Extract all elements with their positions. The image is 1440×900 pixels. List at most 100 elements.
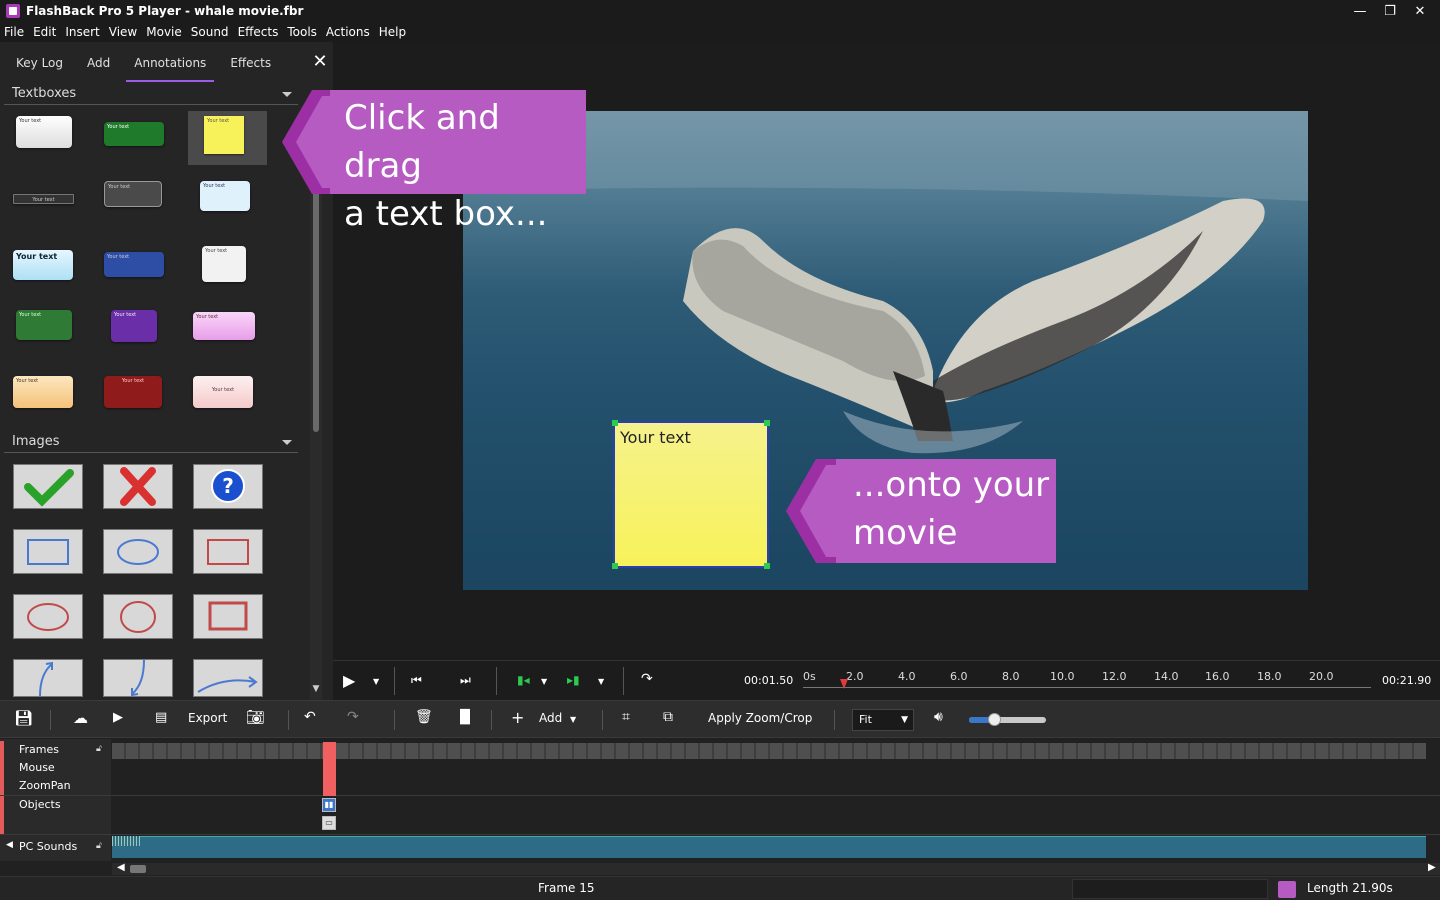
menu-sound[interactable]: Sound bbox=[191, 25, 229, 39]
upload-icon[interactable]: ☁ bbox=[73, 709, 88, 727]
textbox-blue-cloud[interactable]: Your text bbox=[200, 181, 250, 211]
textbox-dark-red[interactable]: Your text bbox=[104, 376, 162, 408]
curved-arrow-down-shape[interactable] bbox=[103, 659, 173, 697]
play-dropdown-icon[interactable]: ▼ bbox=[373, 677, 379, 686]
track-objects[interactable]: Objects bbox=[19, 798, 61, 811]
scroll-down-icon[interactable]: ▼ bbox=[311, 684, 321, 694]
export-button[interactable]: Export bbox=[188, 711, 227, 725]
red-rectangle-shape[interactable] bbox=[193, 529, 263, 574]
menu-tools[interactable]: Tools bbox=[287, 25, 317, 39]
images-section-header[interactable]: Images bbox=[4, 431, 298, 453]
tab-add[interactable]: Add bbox=[79, 42, 118, 82]
save-icon[interactable]: 💾︎ bbox=[14, 709, 33, 727]
minimize-button[interactable]: — bbox=[1345, 0, 1375, 22]
redo-icon[interactable]: ↷ bbox=[347, 709, 359, 725]
skip-to-start-icon[interactable]: ⏮ bbox=[411, 673, 422, 688]
timeline-scroll-thumb[interactable] bbox=[130, 865, 146, 873]
current-frame-cursor[interactable] bbox=[323, 742, 336, 796]
sticky-note-text[interactable]: Your text bbox=[620, 428, 691, 447]
timeline-scrollbar[interactable] bbox=[112, 863, 1440, 875]
object-marker-icon[interactable]: ▮▮ bbox=[322, 798, 336, 812]
zoom-select[interactable]: Fit ▼ bbox=[852, 709, 914, 731]
camera-icon[interactable]: 📷︎ bbox=[246, 708, 265, 726]
tab-effects[interactable]: Effects bbox=[222, 42, 279, 82]
frames-strip[interactable] bbox=[112, 743, 1426, 759]
textbox-pink-callout[interactable]: Your text bbox=[193, 312, 255, 340]
scroll-right-icon[interactable]: ▶ bbox=[1428, 862, 1436, 873]
textbox-navy[interactable]: Your text bbox=[104, 252, 164, 277]
straight-arrow-shape[interactable] bbox=[193, 659, 263, 697]
apply-zoom-crop-button[interactable]: Apply Zoom/Crop bbox=[708, 711, 812, 725]
menu-edit[interactable]: Edit bbox=[33, 25, 56, 39]
textbox-purple-callout[interactable]: Your text bbox=[111, 310, 157, 342]
textbox-dark-bar[interactable]: Your text bbox=[13, 194, 74, 204]
red-circle-shape[interactable] bbox=[103, 594, 173, 639]
add-icon[interactable]: + bbox=[511, 708, 524, 727]
textbox-light-blue[interactable]: Your text bbox=[13, 250, 73, 280]
menu-movie[interactable]: Movie bbox=[146, 25, 182, 39]
track-zoompan[interactable]: ZoomPan bbox=[19, 779, 71, 792]
checkmark-icon[interactable] bbox=[13, 464, 83, 509]
resize-handle-top-right[interactable] bbox=[764, 420, 770, 426]
tab-key-log[interactable]: Key Log bbox=[8, 42, 71, 82]
track-frames[interactable]: Frames bbox=[19, 743, 59, 756]
textboxes-section-header[interactable]: Textboxes bbox=[4, 83, 298, 105]
next-marker-dropdown-icon[interactable]: ▼ bbox=[598, 677, 604, 686]
volume-slider[interactable] bbox=[969, 713, 1046, 726]
lock-icon[interactable]: 🔓︎ bbox=[96, 841, 102, 851]
skip-to-end-icon[interactable]: ⏭ bbox=[460, 673, 471, 688]
next-marker-icon[interactable]: ▸▮ bbox=[567, 673, 580, 687]
crop-icon[interactable]: ⌗ bbox=[622, 709, 630, 725]
add-button[interactable]: Add bbox=[539, 711, 562, 725]
question-icon[interactable]: ? bbox=[193, 464, 263, 509]
maximize-button[interactable]: ❐ bbox=[1375, 0, 1405, 22]
menu-help[interactable]: Help bbox=[379, 25, 406, 39]
add-dropdown-icon[interactable]: ▼ bbox=[570, 715, 576, 724]
delete-icon[interactable]: 🗑︎ bbox=[415, 709, 433, 725]
textbox-green-bubble[interactable]: Your text bbox=[104, 122, 164, 146]
volume-icon[interactable]: 🔊︎ bbox=[934, 709, 943, 725]
blue-ellipse-shape[interactable] bbox=[103, 529, 173, 574]
menu-actions[interactable]: Actions bbox=[326, 25, 370, 39]
track-pc-sounds[interactable]: PC Sounds bbox=[19, 840, 77, 853]
resize-handle-bottom-right[interactable] bbox=[764, 563, 770, 569]
textbox-white-rounded[interactable]: Your text bbox=[202, 246, 246, 282]
close-button[interactable]: ✕ bbox=[1405, 0, 1435, 22]
resize-handle-bottom-left[interactable] bbox=[612, 563, 618, 569]
time-ruler[interactable] bbox=[803, 687, 1371, 688]
tab-annotations[interactable]: Annotations bbox=[126, 42, 215, 82]
red-square-shape[interactable] bbox=[193, 594, 263, 639]
textbox-white-callout[interactable]: Your text bbox=[16, 116, 72, 148]
export-icon[interactable]: ▤ bbox=[155, 710, 167, 725]
previous-marker-dropdown-icon[interactable]: ▼ bbox=[541, 677, 547, 686]
loop-icon[interactable]: ↷ bbox=[641, 671, 653, 687]
menu-insert[interactable]: Insert bbox=[65, 25, 99, 39]
lock-icon[interactable]: 🔓︎ bbox=[96, 744, 102, 754]
zoom-pan-icon[interactable]: ⧉ bbox=[663, 709, 673, 725]
scroll-left-icon[interactable]: ◀ bbox=[117, 862, 125, 873]
textbox-sticky-note[interactable]: Your text bbox=[204, 116, 244, 154]
red-ellipse-shape[interactable] bbox=[13, 594, 83, 639]
textbox-pink-light[interactable]: Your text bbox=[193, 376, 253, 408]
track-mouse[interactable]: Mouse bbox=[19, 761, 55, 774]
cross-icon[interactable] bbox=[103, 464, 173, 509]
menu-file[interactable]: File bbox=[4, 25, 24, 39]
textbox-green-callout[interactable]: Your text bbox=[16, 310, 72, 340]
previous-marker-icon[interactable]: ▮◂ bbox=[517, 673, 530, 687]
textbox-object-icon[interactable]: ▭ bbox=[322, 816, 336, 830]
resize-handle-top-left[interactable] bbox=[612, 420, 618, 426]
textbox-orange[interactable]: Your text bbox=[13, 376, 73, 408]
undo-icon[interactable]: ↶ bbox=[304, 709, 316, 725]
play-icon[interactable]: ▶ bbox=[343, 671, 355, 690]
curved-arrow-up-shape[interactable] bbox=[13, 659, 83, 697]
menu-effects[interactable]: Effects bbox=[238, 25, 279, 39]
sound-clip[interactable] bbox=[112, 836, 1426, 858]
volume-knob[interactable] bbox=[988, 713, 1001, 726]
textbox-gray-callout[interactable]: Your text bbox=[104, 181, 162, 207]
panel-close-button[interactable]: ✕ bbox=[311, 52, 329, 72]
menu-view[interactable]: View bbox=[109, 25, 137, 39]
youtube-icon[interactable]: ▶ bbox=[113, 710, 123, 725]
blue-rectangle-shape[interactable] bbox=[13, 529, 83, 574]
cut-frames-icon[interactable]: ▐▌ bbox=[455, 710, 475, 725]
sticky-note-annotation[interactable]: Your text bbox=[612, 420, 770, 569]
